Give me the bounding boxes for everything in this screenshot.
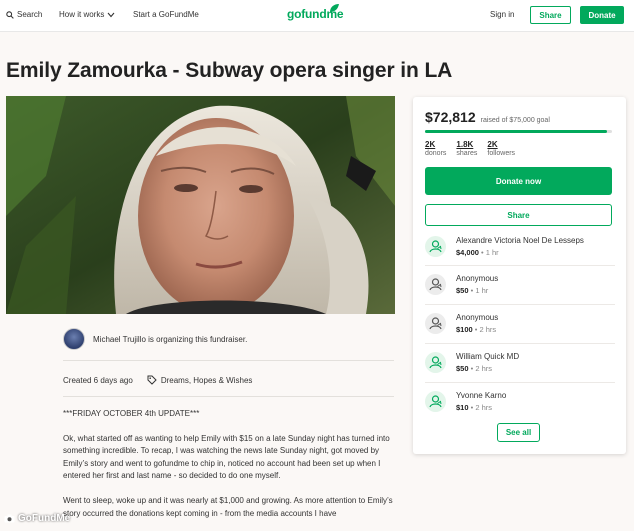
stat-label: shares [456,150,478,157]
donation-amount: $10 [456,403,469,412]
donation-amount: $100 [456,325,473,334]
organizer-text: Michael Trujillo is organizing this fund… [93,334,248,344]
donation-time: 1 hr [485,248,499,257]
donation-item: William Quick MD $50 • 2 hrs [425,349,615,383]
story-paragraph: Went to sleep, woke up and it was nearly… [63,495,393,518]
donation-amount: $50 [456,286,469,295]
divider [63,396,394,397]
stat-number: 1.8K [456,140,474,149]
donor-avatar [425,274,446,295]
stat-label: donors [425,150,447,157]
campaign-meta: Created 6 days ago Dreams, Hopes & Wishe… [63,375,252,385]
category-link[interactable]: Dreams, Hopes & Wishes [147,375,253,385]
stat-number: 2K [487,140,498,149]
progress-bar [425,130,612,133]
donor-avatar [425,391,446,412]
divider [425,382,615,383]
donation-detail: $10 • 2 hrs [456,403,492,412]
divider [425,265,615,266]
donation-detail: $50 • 1 hr [456,286,489,295]
donor-name: Anonymous [456,313,499,322]
search-label: Search [17,10,43,19]
header-donate-button[interactable]: Donate [580,6,624,24]
how-it-works-menu[interactable]: How it works [59,10,115,19]
donation-sidebar-card: $72,812 raised of $75,000 goal 2K donors… [413,97,626,454]
donor-name: Anonymous [456,274,499,283]
donor-name: William Quick MD [456,352,520,361]
donation-amount: $4,000 [456,248,479,257]
divider [425,304,615,305]
donation-detail: $50 • 2 hrs [456,364,492,373]
donation-detail: $100 • 2 hrs [456,325,497,334]
category-label: Dreams, Hopes & Wishes [160,375,253,385]
chevron-down-icon [107,12,115,17]
donation-time: 2 hrs [475,364,492,373]
donation-item: Yvonne Karno $10 • 2 hrs [425,388,615,422]
search-link[interactable]: Search [6,10,42,19]
top-nav: Search How it works Start a GoFundMe gof… [0,0,634,32]
donation-item: Anonymous $50 • 1 hr [425,271,615,305]
donation-item: Anonymous $100 • 2 hrs [425,310,615,344]
logo-leaf-icon [330,4,339,12]
story-paragraph: Ok, what started off as wanting to help … [63,433,390,481]
stat-shares[interactable]: 1.8K shares [456,140,477,157]
donate-now-button[interactable]: Donate now [425,167,612,195]
raised-summary: $72,812 raised of $75,000 goal [425,109,550,125]
watermark-text: GoFundMe [18,513,71,524]
donation-time: 1 hr [475,286,489,295]
campaign-story: ***FRIDAY OCTOBER 4th UPDATE*** Ok, what… [63,408,398,531]
donation-time: 2 hrs [479,325,497,334]
start-gofundme-link[interactable]: Start a GoFundMe [133,10,199,19]
donation-amount: $50 [456,364,469,373]
donation-item: Alexandre Victoria Noel De Lesseps $4,00… [425,233,615,267]
donor-avatar [425,313,446,334]
stat-label: followers [487,150,516,157]
hero-photo [6,96,395,314]
stat-donors[interactable]: 2K donors [425,140,446,157]
stat-followers[interactable]: 2K followers [487,140,515,157]
sign-in-link[interactable]: Sign in [490,10,514,19]
watermark: GoFundMe [4,513,70,524]
donor-avatar [425,352,446,373]
stat-number: 2K [425,140,436,149]
progress-fill [425,130,607,133]
campaign-hero-image[interactable] [6,96,395,314]
donation-time: 2 hrs [475,403,492,412]
donor-avatar [425,236,446,257]
story-paragraph: ***FRIDAY OCTOBER 4th UPDATE*** [63,409,200,418]
raised-goal: raised of $75,000 goal [480,117,550,124]
organizer-avatar[interactable] [63,328,85,350]
donor-name: Alexandre Victoria Noel De Lesseps [456,236,584,245]
camera-icon [4,514,15,523]
divider [425,343,615,344]
created-date: Created 6 days ago [63,375,133,385]
donor-name: Yvonne Karno [456,391,507,400]
see-all-button[interactable]: See all [497,423,540,442]
campaign-stats: 2K donors 1.8K shares 2K followers [425,140,515,157]
campaign-title: Emily Zamourka - Subway opera singer in … [6,59,453,82]
organizer-row: Michael Trujillo is organizing this fund… [63,328,247,350]
tag-icon [147,375,157,385]
header-share-button[interactable]: Share [530,6,571,24]
search-icon [6,10,14,19]
how-it-works-label: How it works [59,10,105,19]
donation-detail: $4,000 • 1 hr [456,248,499,257]
divider [63,360,394,361]
share-button[interactable]: Share [425,204,612,226]
raised-amount: $72,812 [425,109,476,125]
